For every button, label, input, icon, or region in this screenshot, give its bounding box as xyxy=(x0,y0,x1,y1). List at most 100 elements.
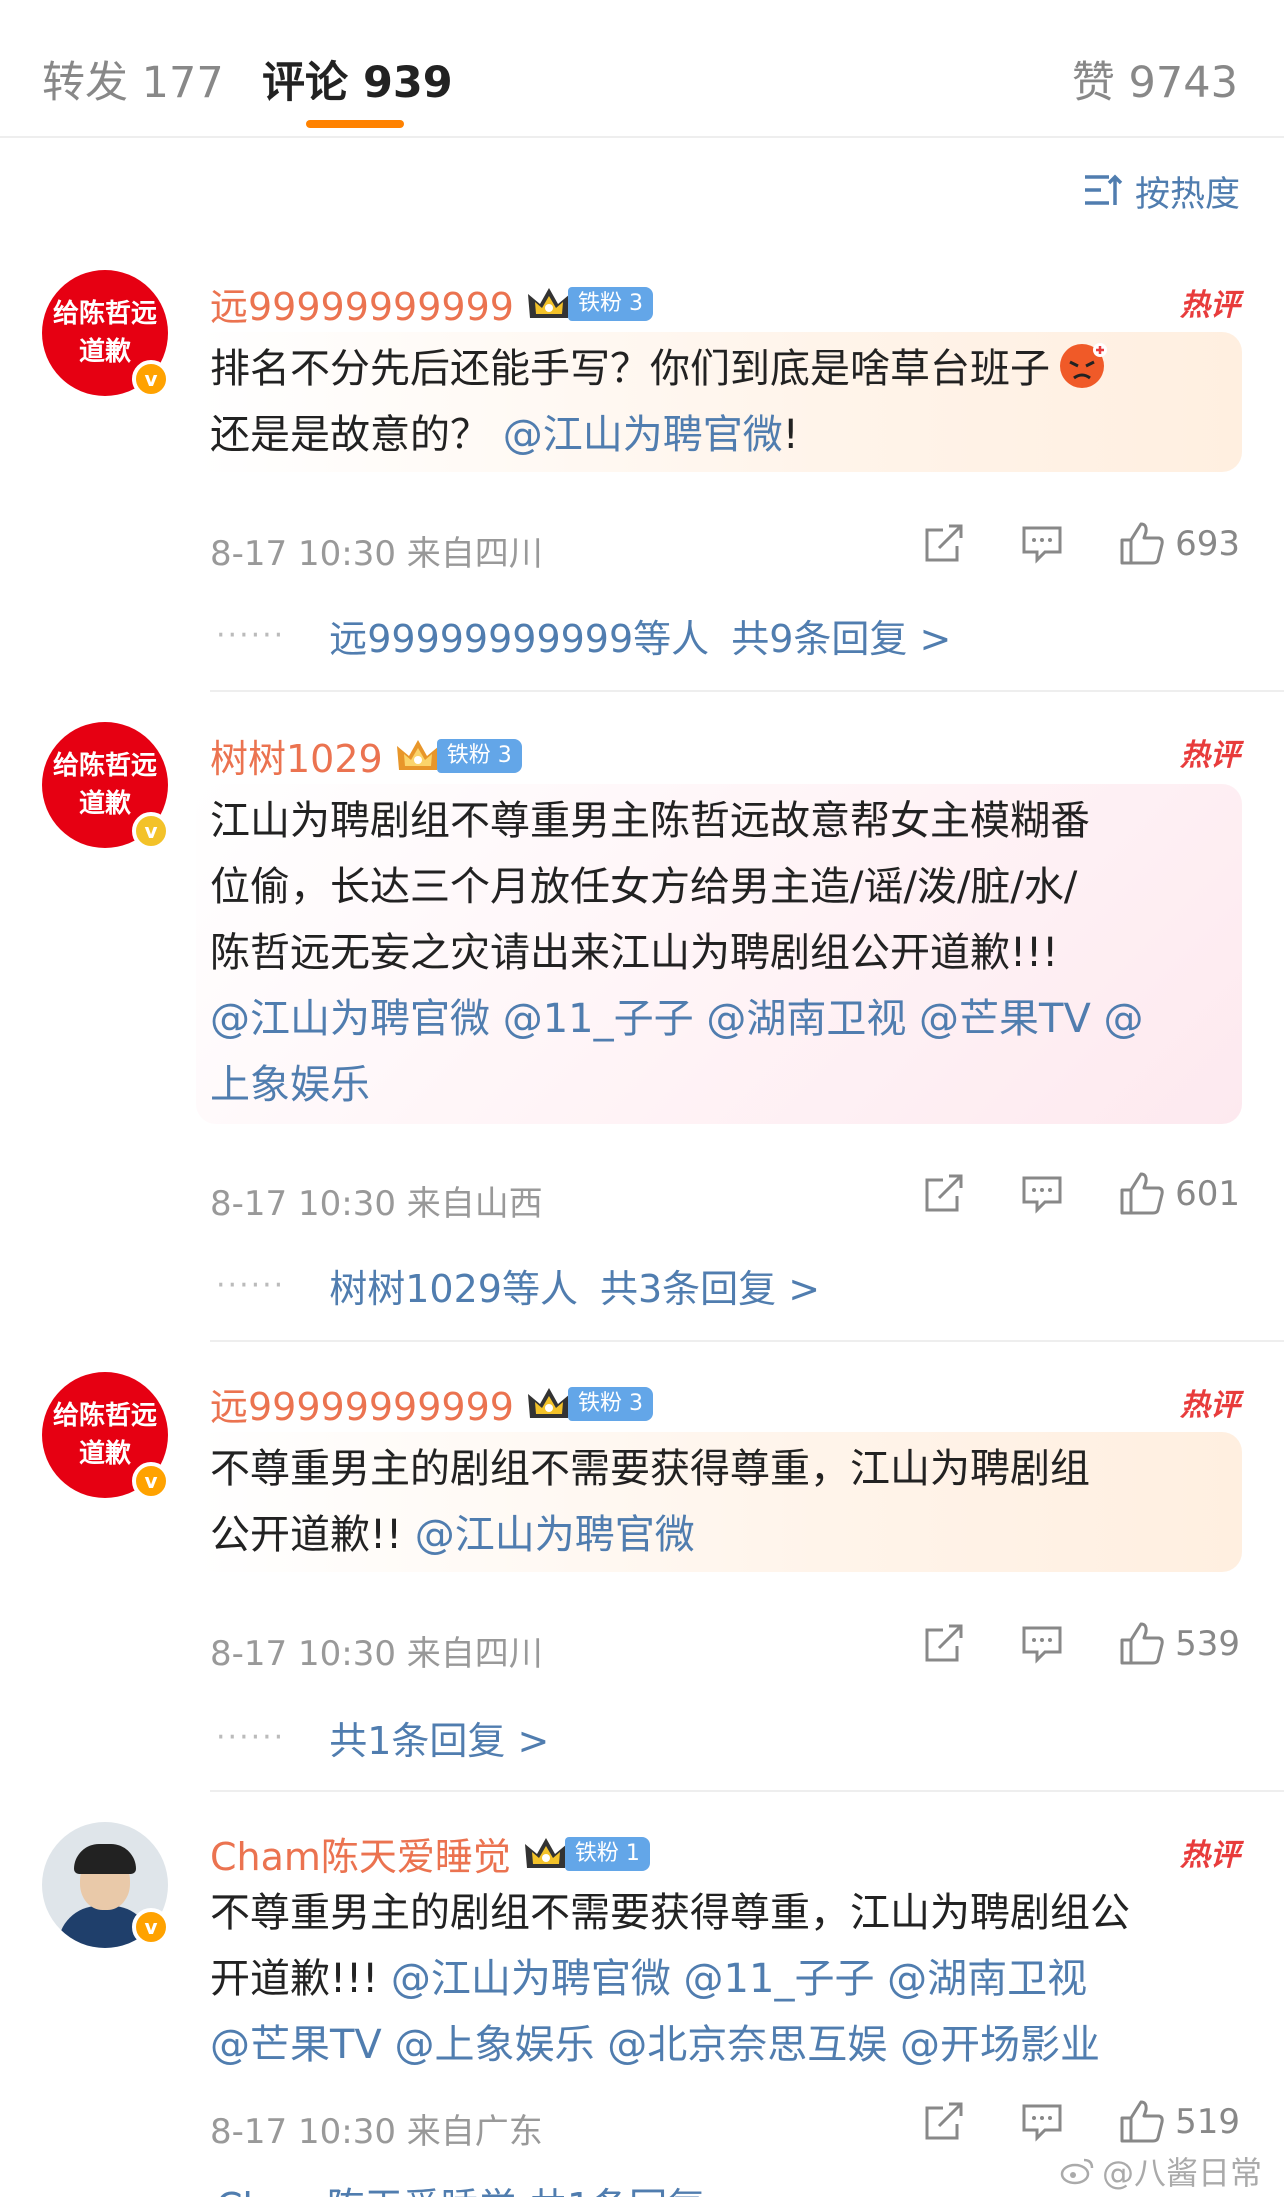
fan-badge: 铁粉 3 xyxy=(567,1386,653,1421)
comment-icon xyxy=(1022,1176,1062,1214)
reply-button[interactable] xyxy=(1021,1624,1063,1664)
reply-dots: ······ xyxy=(216,1720,286,1755)
fan-badge: 铁粉 1 xyxy=(564,1836,650,1871)
share-button[interactable] xyxy=(923,2102,965,2142)
reply-count-link[interactable]: 共1条回复 > xyxy=(329,1710,549,1765)
verified-icon: v xyxy=(132,812,170,850)
avatar-text: 道歉 xyxy=(78,789,131,819)
thumbs-up-icon xyxy=(1120,2100,1164,2143)
sort-icon xyxy=(1084,174,1123,205)
username[interactable]: 远99999999999 铁粉 3 xyxy=(210,276,653,331)
like-count: 601 xyxy=(1175,1174,1240,1214)
reply-users: 树树1029 xyxy=(329,1267,502,1311)
comment-tabs: 转发 177 评论 939 赞 9743 xyxy=(0,0,1284,138)
sort-button[interactable]: 按热度 xyxy=(1083,166,1240,216)
comment-icon xyxy=(1022,526,1062,564)
sort-label: 按热度 xyxy=(1134,174,1240,215)
angry-face-icon xyxy=(1060,343,1107,388)
avatar-text: 给陈哲远 xyxy=(52,1401,157,1431)
avatar-photo-hair xyxy=(74,1844,136,1874)
comment-text: 不尊重男主的剧组不需要获得尊重，江山为聘剧组 xyxy=(210,1446,1090,1492)
crown-icon xyxy=(527,1387,570,1418)
active-tab-indicator xyxy=(306,120,404,128)
reply-mid: 等人 xyxy=(633,617,710,661)
username[interactable]: Cham陈天爱睡觉 铁粉 1 xyxy=(210,1826,650,1881)
reply-summary[interactable]: ······ 树树1029 等人 共3条回复 > xyxy=(216,1258,820,1313)
avatar[interactable]: 给陈哲远 道歉 v xyxy=(42,270,170,398)
share-icon xyxy=(925,1174,963,1212)
comment-actions: 601 xyxy=(867,1172,1240,1216)
reply-dots: ······ xyxy=(216,1268,286,1303)
avatar-text: 给陈哲远 xyxy=(52,751,157,781)
tab-repost[interactable]: 转发 177 xyxy=(42,48,224,110)
avatar[interactable]: 给陈哲远 道歉 v xyxy=(42,722,170,850)
like-button[interactable]: 539 xyxy=(1119,1622,1240,1666)
comment-actions: 519 xyxy=(867,2100,1240,2144)
tab-like[interactable]: 赞 9743 xyxy=(1072,48,1238,110)
avatar-text: 道歉 xyxy=(78,337,131,367)
comment-bubble: 排名不分先后还能手写？你们到底是啥草台班子 还是是故意的？ @江山为聘官微! xyxy=(196,332,1242,472)
share-button[interactable] xyxy=(923,1624,965,1664)
comment-meta: 8-17 10:30 来自广东 xyxy=(210,2112,543,2152)
hot-comment-badge: 热评 xyxy=(1180,288,1240,323)
fan-badge: 铁粉 3 xyxy=(436,738,522,773)
verified-icon: v xyxy=(132,1462,170,1500)
hot-comment-badge: 热评 xyxy=(1180,738,1240,773)
like-button[interactable]: 693 xyxy=(1119,522,1240,566)
like-button[interactable]: 519 xyxy=(1119,2100,1240,2144)
reply-count-link[interactable]: 共3条回复 > xyxy=(600,1258,820,1313)
share-button[interactable] xyxy=(923,1174,965,1214)
reply-count-link[interactable]: 共9条回复 > xyxy=(731,608,951,663)
comment-body: 不尊重男主的剧组不需要获得尊重，江山为聘剧组公 开道歉!!! @江山为聘官微 @… xyxy=(210,1880,1260,2078)
reply-mid: 等人 xyxy=(501,1267,578,1311)
username-text: 树树1029 xyxy=(210,737,383,781)
crown-icon xyxy=(396,739,439,770)
reply-summary[interactable]: ······ 共1条回复 > xyxy=(216,1710,549,1765)
username-text: Cham陈天爱睡觉 xyxy=(210,1835,511,1879)
reply-button[interactable] xyxy=(1021,524,1063,564)
avatar[interactable]: 给陈哲远 道歉 v xyxy=(42,1372,170,1500)
username[interactable]: 远99999999999 铁粉 3 xyxy=(210,1376,653,1431)
comment-divider xyxy=(210,1790,1284,1792)
reply-button[interactable] xyxy=(1021,1174,1063,1214)
hot-comment-badge: 热评 xyxy=(1180,1838,1240,1873)
tab-comment[interactable]: 评论 939 xyxy=(262,48,453,110)
comment-bubble: 不尊重男主的剧组不需要获得尊重，江山为聘剧组 公开道歉!! @江山为聘官微 xyxy=(196,1432,1242,1572)
verified-icon: v xyxy=(132,360,170,398)
avatar-text: 道歉 xyxy=(78,1439,131,1469)
like-count: 693 xyxy=(1175,524,1240,564)
watermark-text: @八酱日常 xyxy=(1101,2154,1262,2192)
comment-text: 排名不分先后还能手写？你们到底是啥草台班子 xyxy=(210,336,1242,402)
reply-summary[interactable]: ······ 远99999999999 等人 共9条回复 > xyxy=(216,608,951,663)
reply-button[interactable] xyxy=(1021,2102,1063,2142)
comment-text: 江山为聘剧组不尊重男主陈哲远故意帮女主模糊番 xyxy=(210,798,1090,844)
username-text: 远99999999999 xyxy=(210,285,514,329)
mention-link[interactable]: @江山为聘官微 @11_子子 @湖南卫视 @芒果TV @ xyxy=(210,986,1242,1052)
verified-icon: v xyxy=(132,1908,170,1946)
like-count: 519 xyxy=(1175,2102,1240,2142)
comment-meta: 8-17 10:30 来自四川 xyxy=(210,534,543,574)
comment-icon xyxy=(1022,2104,1062,2142)
username-text: 远99999999999 xyxy=(210,1385,514,1429)
comment-actions: 693 xyxy=(867,522,1240,566)
reply-users: 远99999999999 xyxy=(329,617,634,661)
reply-summary-partial[interactable]: Cham陈天爱睡觉 共1条回复 xyxy=(216,2176,705,2197)
share-icon xyxy=(925,1624,963,1662)
comment-bubble: 江山为聘剧组不尊重男主陈哲远故意帮女主模糊番 位偷，长达三个月放任女方给男主造/… xyxy=(196,784,1242,1124)
mention-link[interactable]: 上象娱乐 xyxy=(210,1052,1242,1118)
reply-dots: ······ xyxy=(216,618,286,653)
mention-link[interactable]: @芒果TV @上象娱乐 @北京奈思互娱 @开场影业 xyxy=(210,2012,1260,2078)
comment-icon xyxy=(1022,1626,1062,1664)
share-icon xyxy=(925,2102,963,2140)
like-button[interactable]: 601 xyxy=(1119,1172,1240,1216)
mention-link[interactable]: @江山为聘官微 @11_子子 @湖南卫视 xyxy=(391,1956,1087,2002)
username[interactable]: 树树1029 铁粉 3 xyxy=(210,728,522,783)
mention-link[interactable]: @江山为聘官微 xyxy=(503,412,783,458)
comment-divider xyxy=(210,1340,1284,1342)
share-button[interactable] xyxy=(923,524,965,564)
fan-badge: 铁粉 3 xyxy=(567,286,653,321)
watermark: @八酱日常 xyxy=(1060,2148,1262,2194)
comment-divider xyxy=(210,690,1284,692)
crown-icon xyxy=(527,287,570,318)
mention-link[interactable]: @江山为聘官微 xyxy=(415,1512,695,1558)
